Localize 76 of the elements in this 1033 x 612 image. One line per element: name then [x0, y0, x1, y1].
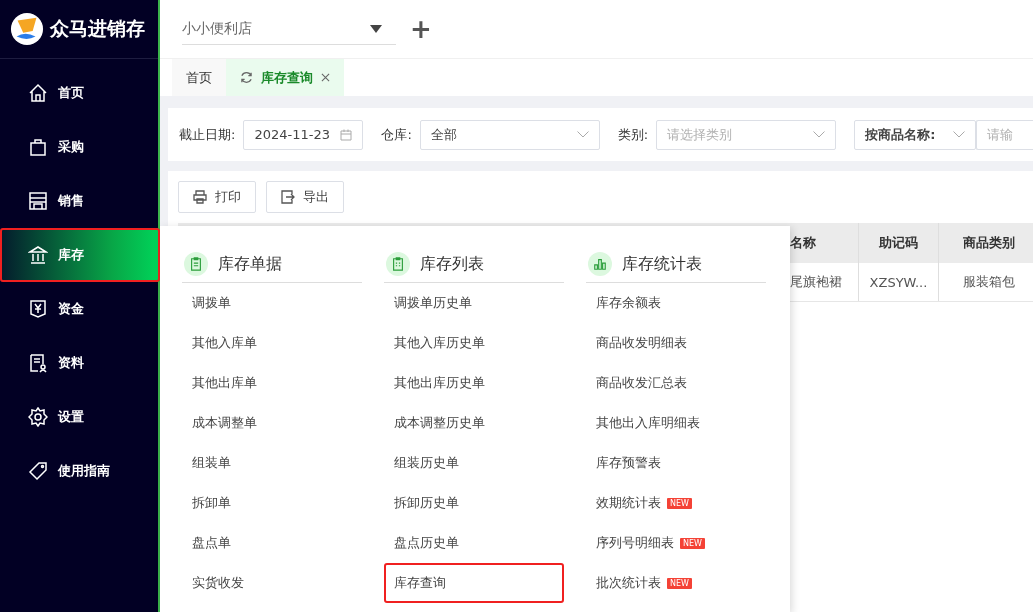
caret-icon — [370, 24, 382, 33]
menu-item[interactable]: 库存余额表 — [586, 283, 766, 323]
menu-item[interactable]: 序列号明细表 NEW — [586, 523, 766, 563]
menu-item[interactable]: 其他出库单 — [182, 363, 362, 403]
menu-item[interactable]: 拆卸单 — [182, 483, 362, 523]
menu-item[interactable]: 组装历史单 — [384, 443, 564, 483]
new-badge: NEW — [680, 537, 705, 549]
sidebar-item[interactable]: 资料 — [0, 336, 158, 390]
warehouse-select[interactable]: 全部 — [419, 119, 600, 150]
tab[interactable]: 库存查询 — [226, 59, 344, 96]
calendar-icon — [340, 128, 353, 141]
table-cell: XZSYW... — [859, 263, 939, 301]
close-icon[interactable] — [321, 73, 330, 82]
home-icon — [28, 83, 48, 103]
chevron-icon — [576, 131, 589, 138]
menu-item[interactable]: 组装单 — [182, 443, 362, 483]
doc-icon — [28, 353, 48, 373]
menu-item[interactable]: 拆卸历史单 — [384, 483, 564, 523]
export-button[interactable]: 导出 — [266, 181, 344, 213]
app-name: 众马进销存 — [50, 16, 145, 41]
sidebar-item[interactable]: 使用指南 — [0, 444, 158, 498]
printer-icon — [193, 190, 207, 204]
menu-item[interactable]: 成本调整历史单 — [384, 403, 564, 443]
menu-item[interactable]: 其他出库历史单 — [384, 363, 564, 403]
menu-item[interactable]: 调拨单历史单 — [384, 283, 564, 323]
table-cell-text: 服装箱包 — [962, 273, 1016, 291]
tag-icon — [28, 461, 48, 481]
menu-item[interactable]: 成本调整单 — [182, 403, 362, 443]
clipboard-icon — [184, 252, 208, 276]
store-icon — [28, 191, 48, 211]
menu-section-title: 库存统计表 — [622, 253, 702, 275]
add-button[interactable]: + — [406, 14, 436, 44]
export-icon — [281, 190, 295, 204]
new-badge: NEW — [667, 497, 692, 509]
menu-item[interactable]: 调拨单 — [182, 283, 362, 323]
menu-item[interactable]: 商品收发汇总表 — [586, 363, 766, 403]
menu-item[interactable]: 批次统计表 NEW — [586, 563, 766, 603]
bar-chart-icon — [588, 252, 612, 276]
column-header: 商品类别 — [962, 234, 1016, 252]
clipboard-icon — [386, 252, 410, 276]
column-header: 助记码 — [859, 223, 939, 263]
bank-icon — [28, 245, 48, 265]
menu-item[interactable]: 实货收发 — [182, 563, 362, 603]
sidebar-item[interactable]: 采购 — [0, 120, 158, 174]
menu-item[interactable]: 效期统计表 NEW — [586, 483, 766, 523]
chevron-icon — [813, 131, 826, 138]
sidebar-item[interactable]: 设置 — [0, 390, 158, 444]
menu-item[interactable]: 其他入库单 — [182, 323, 362, 363]
category-label: 类别: — [617, 125, 649, 144]
sidebar-item[interactable]: 库存 — [0, 228, 160, 282]
print-button[interactable]: 打印 — [178, 181, 256, 213]
search-by-select[interactable]: 按商品名称: — [854, 119, 977, 150]
date-label: 截止日期: — [179, 125, 236, 144]
menu-item[interactable]: 盘点单 — [182, 523, 362, 563]
chevron-icon — [953, 131, 966, 138]
menu-item[interactable]: 商品收发明细表 — [586, 323, 766, 363]
date-field[interactable]: 2024-11-23 — [243, 119, 364, 150]
logo-icon — [10, 12, 44, 46]
menu-section-title: 库存列表 — [420, 253, 484, 275]
sidebar-item[interactable]: 销售 — [0, 174, 158, 228]
menu-section-title: 库存单据 — [218, 253, 282, 275]
menu-item[interactable]: 其他出入库明细表 — [586, 403, 766, 443]
refresh-icon — [240, 71, 253, 84]
menu-item[interactable]: 库存预警表 — [586, 443, 766, 483]
new-badge: NEW — [667, 577, 692, 589]
menu-item[interactable]: 其他入库历史单 — [384, 323, 564, 363]
gear-icon — [28, 407, 48, 427]
tab[interactable]: 首页 — [172, 59, 226, 96]
bag-icon — [28, 137, 48, 157]
menu-item[interactable]: 盘点历史单 — [384, 523, 564, 563]
menu-item[interactable]: 库存查询 — [384, 563, 564, 603]
yen-icon — [28, 299, 48, 319]
store-select[interactable]: 小小便利店 — [182, 13, 396, 45]
sidebar-item[interactable]: 资金 — [0, 282, 158, 336]
warehouse-label: 仓库: — [381, 125, 412, 144]
sidebar-item[interactable]: 首页 — [0, 66, 158, 120]
